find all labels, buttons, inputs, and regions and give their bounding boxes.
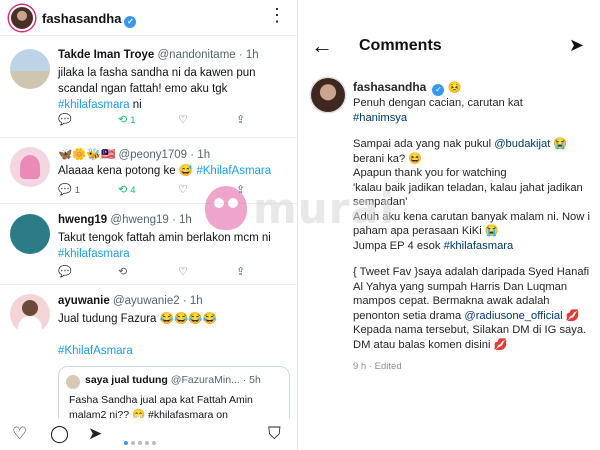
retweet-icon[interactable]: ⟲ bbox=[118, 265, 127, 279]
retweet-button[interactable]: ⟲ 1 bbox=[118, 113, 136, 128]
comment-emoji: 😣 bbox=[447, 82, 462, 94]
watermark-text: murai bbox=[253, 184, 396, 233]
retweet-button[interactable]: ⟲ 4 bbox=[118, 183, 136, 198]
quoted-author-name: saya jual tudung bbox=[85, 374, 168, 386]
comment-mention[interactable]: @budakijat bbox=[494, 138, 550, 150]
tweet-author-name[interactable]: 🦋🌼🐝🇲🇾 bbox=[58, 149, 115, 161]
person-body-icon bbox=[18, 316, 42, 334]
tweet-handle-time: @nandonitame · 1h bbox=[157, 49, 259, 61]
tweet-text: Alaaaa kena potong ke 😅 #KhilafAsmara bbox=[58, 163, 290, 179]
comment-mention[interactable]: #hanimsya bbox=[353, 112, 407, 124]
heart-icon[interactable]: ♡ bbox=[12, 425, 27, 443]
murai-watermark: murai bbox=[205, 184, 396, 236]
tweet-hashtag[interactable]: #khilafasmara bbox=[58, 248, 130, 260]
tweet-avatar[interactable] bbox=[10, 49, 50, 89]
tweet-header: Takde Iman Troye @nandonitame · 1h bbox=[58, 49, 259, 61]
retweet-icon: ⟲ bbox=[118, 184, 128, 196]
tweet-text: Jual tudung Fazura 😂😂😂😂 bbox=[58, 311, 290, 327]
carousel-dot bbox=[131, 441, 135, 445]
comment-mention[interactable]: @radiusone_official bbox=[464, 310, 562, 322]
tweet-text-suffix: ni bbox=[129, 99, 142, 111]
tweet-actions: 💬 ⟲ 1 ♡ ⇪ bbox=[58, 113, 258, 127]
retweet-icon: ⟲ bbox=[118, 114, 128, 126]
tweet-handle-time: @peony1709 · 1h bbox=[118, 149, 211, 161]
back-arrow-icon[interactable]: ← bbox=[311, 35, 333, 57]
comment-avatar[interactable] bbox=[311, 78, 345, 112]
verified-badge-icon: ✓ bbox=[124, 16, 137, 28]
tweet-avatar[interactable] bbox=[10, 147, 50, 187]
tweet-hashtag[interactable]: #KhilafAsmara bbox=[196, 165, 271, 177]
bird-eye-icon bbox=[214, 198, 224, 208]
retweet-count: 1 bbox=[130, 115, 136, 126]
carousel-dot bbox=[138, 441, 142, 445]
more-options-icon[interactable]: ⋮ bbox=[268, 6, 286, 24]
reply-icon: 💬 bbox=[58, 184, 72, 196]
profile-avatar[interactable] bbox=[9, 5, 35, 31]
bird-eye-icon bbox=[228, 198, 238, 208]
comment-line: Penuh dengan cacian, carutan kat bbox=[353, 97, 523, 109]
like-icon[interactable]: ♡ bbox=[178, 265, 188, 279]
reply-icon[interactable]: 💬 bbox=[58, 265, 72, 279]
lotus-icon bbox=[20, 155, 40, 179]
tweet-text-main: jilaka la fasha sandha ni da kawen pun s… bbox=[58, 67, 256, 95]
comment-hashtag[interactable]: #khilafasmara bbox=[444, 240, 514, 252]
comment-line: Jumpa EP 4 esok bbox=[353, 239, 444, 252]
person-icon bbox=[22, 300, 38, 316]
quoted-avatar bbox=[66, 375, 80, 389]
post-header: fashasandha ✓ ⋮ bbox=[0, 0, 297, 36]
share-icon[interactable]: ⇪ bbox=[236, 113, 245, 127]
tweet-text-main: Jual tudung Fazura 😂😂😂😂 bbox=[58, 313, 217, 325]
bird-logo-icon bbox=[205, 186, 247, 230]
tweet-text: jilaka la fasha sandha ni da kawen pun s… bbox=[58, 65, 290, 113]
username-text[interactable]: fashasandha bbox=[42, 11, 121, 26]
reply-count: 1 bbox=[74, 185, 80, 196]
tweet-text-main: Alaaaa kena potong ke 😅 bbox=[58, 165, 197, 177]
share-icon[interactable]: ⇪ bbox=[236, 265, 245, 279]
comment-line: Sampai ada yang nak pukul bbox=[353, 138, 495, 150]
tweet-author-name[interactable]: Takde Iman Troye bbox=[58, 49, 154, 61]
comment-line: Apapun thank you for watching bbox=[353, 167, 507, 179]
like-icon[interactable]: ♡ bbox=[178, 183, 188, 197]
send-icon[interactable]: ➤ bbox=[88, 425, 102, 443]
reply-button[interactable]: 💬 1 bbox=[58, 183, 80, 198]
tweet-hashtag-line: #KhilafAsmara bbox=[58, 343, 290, 359]
tweet-hashtag[interactable]: #khilafasmara bbox=[58, 99, 130, 111]
carousel-dot bbox=[124, 441, 128, 445]
tweet-handle-time: @hweng19 · 1h bbox=[110, 214, 192, 226]
tweet-avatar[interactable] bbox=[10, 294, 50, 334]
tweet-hashtag[interactable]: #KhilafAsmara bbox=[58, 345, 133, 357]
tweet-header: hweng19 @hweng19 · 1h bbox=[58, 214, 192, 226]
tweet-handle-time: @ayuwanie2 · 1h bbox=[112, 295, 203, 307]
tweet-header: 🦋🌼🐝🇲🇾 @peony1709 · 1h bbox=[58, 147, 210, 161]
tweet-author-name[interactable]: ayuwanie bbox=[58, 295, 110, 307]
post-username[interactable]: fashasandha ✓ bbox=[42, 11, 137, 28]
tweet-header: ayuwanie @ayuwanie2 · 1h bbox=[58, 295, 203, 307]
tweet-item: Takde Iman Troye @nandonitame · 1h jilak… bbox=[0, 37, 297, 138]
carousel-dot bbox=[152, 441, 156, 445]
send-icon[interactable]: ➤ bbox=[569, 35, 584, 55]
comment-username[interactable]: fashasandha bbox=[353, 80, 426, 94]
tweet-avatar[interactable] bbox=[10, 214, 50, 254]
verified-badge-icon: ✓ bbox=[432, 84, 445, 96]
comment-time: 9 h bbox=[353, 361, 367, 372]
comment-edited: Edited bbox=[374, 361, 402, 372]
quoted-handle-time: @FazuraMin... · 5h bbox=[170, 374, 261, 386]
tweet-author-name[interactable]: hweng19 bbox=[58, 214, 107, 226]
quoted-header: saya jual tudung @FazuraMin... · 5h bbox=[85, 374, 261, 386]
like-icon[interactable]: ♡ bbox=[178, 113, 188, 127]
comment-icon[interactable]: ◯ bbox=[50, 425, 69, 443]
comments-title: Comments bbox=[359, 37, 442, 54]
comment-footer: 9 h · Edited bbox=[353, 361, 402, 372]
reply-icon[interactable]: 💬 bbox=[58, 113, 72, 127]
carousel-indicator bbox=[124, 432, 159, 450]
bookmark-icon[interactable]: ⛉ bbox=[268, 425, 281, 443]
tweet-actions: 💬 ⟲ ♡ ⇪ bbox=[58, 265, 258, 279]
post-action-bar: ♡ ◯ ➤ ⛉ bbox=[0, 418, 297, 450]
comment-line: Kepada nama tersebut, Silakan DM di IG s… bbox=[353, 324, 587, 351]
comment-line: 💋 bbox=[562, 309, 580, 322]
carousel-dot bbox=[145, 441, 149, 445]
retweet-count: 4 bbox=[130, 185, 136, 196]
